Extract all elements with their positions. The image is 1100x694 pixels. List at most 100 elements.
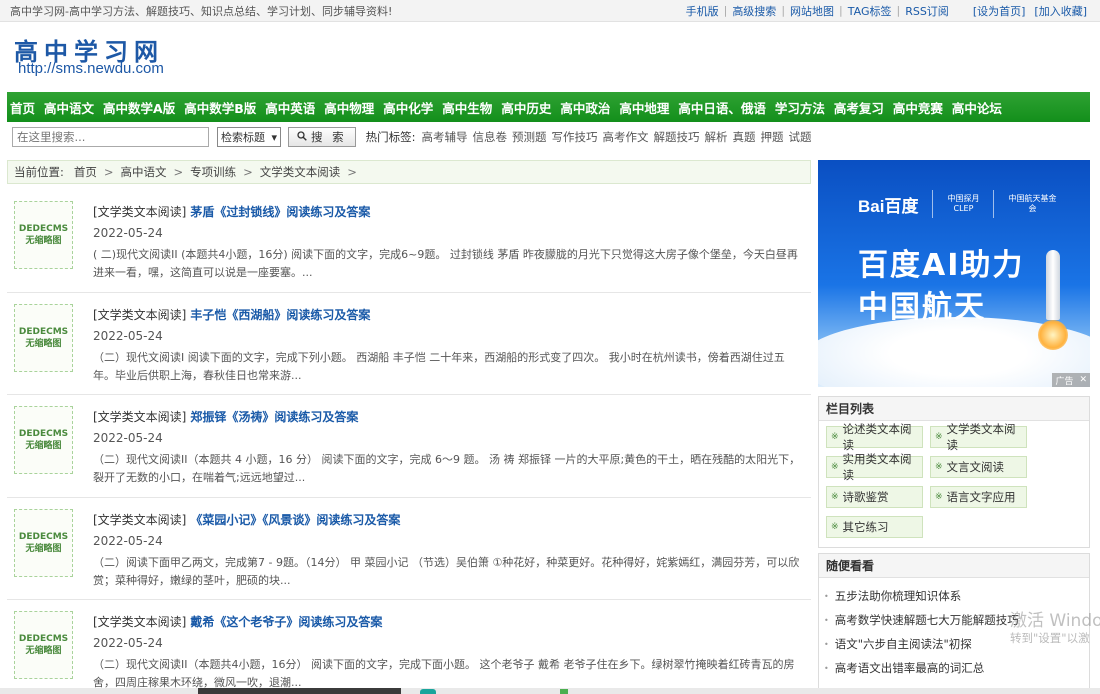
nav-competition[interactable]: 高中竞赛 bbox=[893, 98, 943, 117]
random-item-link[interactable]: 高考数学快速解题七大万能解题技巧 bbox=[835, 612, 1019, 628]
ad-headline: 百度AI助力 bbox=[858, 248, 1025, 283]
nav-math-b[interactable]: 高中数学B版 bbox=[184, 98, 256, 117]
article-category[interactable]: [文学类文本阅读] bbox=[93, 615, 186, 629]
column-item[interactable]: ※ 文学类文本阅读 bbox=[930, 422, 1027, 452]
nav-math-a[interactable]: 高中数学A版 bbox=[103, 98, 175, 117]
article-category[interactable]: [文学类文本阅读] bbox=[93, 205, 186, 219]
advanced-search-link[interactable]: 高级搜索 bbox=[727, 3, 781, 19]
site-header: 高中学习网 http://sms.newdu.com bbox=[0, 22, 1100, 90]
bullet-icon: ※ bbox=[831, 432, 839, 442]
hot-tag[interactable]: 信息卷 bbox=[473, 129, 508, 145]
hot-tag[interactable]: 预测题 bbox=[512, 129, 547, 145]
hot-tag[interactable]: 高考辅导 bbox=[422, 129, 468, 145]
nav-home[interactable]: 首页 bbox=[10, 98, 35, 117]
hot-tag[interactable]: 高考作文 bbox=[603, 129, 649, 145]
hot-tag[interactable]: 真题 bbox=[733, 129, 756, 145]
bullet-icon: ※ bbox=[935, 492, 943, 502]
breadcrumb-chinese[interactable]: 高中语文 bbox=[121, 164, 167, 180]
thumbnail-placeholder[interactable]: DEDECMS 无缩略图 bbox=[14, 303, 73, 372]
article-title-link[interactable]: 丰子恺《西湖船》阅读练习及答案 bbox=[190, 308, 370, 322]
list-item[interactable]: • 五步法助你梳理知识体系 bbox=[824, 584, 1089, 608]
nav-politics[interactable]: 高中政治 bbox=[560, 98, 610, 117]
thumbnail-placeholder[interactable]: DEDECMS 无缩略图 bbox=[14, 406, 73, 474]
random-item-link[interactable]: 五步法助你梳理知识体系 bbox=[835, 588, 962, 604]
set-home-link[interactable]: [设为首页] bbox=[968, 3, 1031, 19]
thumbnail-text: DEDECMS bbox=[18, 634, 69, 644]
column-item-label: 文学类文本阅读 bbox=[946, 422, 1016, 452]
article-title-link[interactable]: 《菜园小记》《风景谈》阅读练习及答案 bbox=[190, 513, 400, 527]
column-list-title: 栏目列表 bbox=[819, 397, 1089, 421]
nav-study-methods[interactable]: 学习方法 bbox=[775, 98, 825, 117]
breadcrumb-home[interactable]: 首页 bbox=[74, 164, 97, 180]
column-item-label: 论述类文本阅读 bbox=[842, 422, 912, 452]
nav-physics[interactable]: 高中物理 bbox=[324, 98, 374, 117]
mobile-link[interactable]: 手机版 bbox=[681, 3, 724, 19]
thumbnail-text: 无缩略图 bbox=[25, 646, 62, 656]
random-item-link[interactable]: 高考语文出错率最高的词汇总 bbox=[835, 660, 985, 676]
column-item[interactable]: ※ 语言文字应用 bbox=[930, 486, 1027, 508]
column-item[interactable]: ※ 实用类文本阅读 bbox=[826, 452, 923, 482]
thumbnail-placeholder[interactable]: DEDECMS 无缩略图 bbox=[14, 611, 73, 679]
column-item[interactable]: ※ 文言文阅读 bbox=[930, 456, 1027, 478]
list-item[interactable]: • 高考语文出错率最高的词汇总 bbox=[824, 656, 1089, 680]
nav-english[interactable]: 高中英语 bbox=[265, 98, 315, 117]
close-icon[interactable]: ✕ bbox=[1076, 375, 1090, 385]
article-title-link[interactable]: 茅盾《过封锁线》阅读练习及答案 bbox=[190, 205, 370, 219]
ad-banner[interactable]: Bai百度 中国探月 CLEP 中国航天基金会 百度AI助力 中国航天 广告 ✕ bbox=[818, 160, 1090, 387]
hot-tag[interactable]: 解析 bbox=[705, 129, 728, 145]
nav-chinese[interactable]: 高中语文 bbox=[44, 98, 94, 117]
article-title-row: [文学类文本阅读] 茅盾《过封锁线》阅读练习及答案 bbox=[93, 203, 370, 220]
add-favorite-link[interactable]: [加入收藏] bbox=[1030, 3, 1092, 19]
hot-tag[interactable]: 试题 bbox=[789, 129, 812, 145]
search-input[interactable] bbox=[12, 127, 209, 147]
nav-forum[interactable]: 高中论坛 bbox=[952, 98, 1002, 117]
nav-chemistry[interactable]: 高中化学 bbox=[383, 98, 433, 117]
site-tagline: 高中学习网-高中学习方法、解题技巧、知识点总结、学习计划、同步辅导资料! bbox=[10, 4, 393, 18]
thumbnail-placeholder[interactable]: DEDECMS 无缩略图 bbox=[14, 201, 73, 269]
article-summary: ( 二)现代文阅读II (本题共4小题，16分) 阅读下面的文字，完成6~9题。… bbox=[93, 248, 798, 279]
column-item[interactable]: ※ 诗歌鉴赏 bbox=[826, 486, 923, 508]
top-bar: 高中学习网-高中学习方法、解题技巧、知识点总结、学习计划、同步辅导资料! 手机版… bbox=[0, 0, 1100, 22]
top-links: 手机版 | 高级搜索 | 网站地图 | TAG标签 | RSS订阅 [设为首页] [加入… bbox=[681, 3, 1092, 19]
nav-biology[interactable]: 高中生物 bbox=[442, 98, 492, 117]
taskbar-app-icon[interactable] bbox=[420, 689, 436, 694]
search-button[interactable]: 搜 索 bbox=[288, 127, 356, 147]
article-list: DEDECMS 无缩略图 [文学类文本阅读] 茅盾《过封锁线》阅读练习及答案 202… bbox=[7, 190, 811, 694]
sitemap-link[interactable]: 网站地图 bbox=[785, 3, 839, 19]
hot-tag[interactable]: 写作技巧 bbox=[552, 129, 598, 145]
column-item-label: 诗歌鉴赏 bbox=[842, 490, 889, 504]
clep-logo-text: 中国探月 bbox=[947, 194, 980, 203]
search-type-select[interactable]: 检索标题 ▾ bbox=[217, 127, 281, 147]
nav-japanese-russian[interactable]: 高中日语、俄语 bbox=[678, 98, 766, 117]
nav-exam-review[interactable]: 高考复习 bbox=[834, 98, 884, 117]
article-summary: （二）现代文阅读II（本题共4小题，16分） 阅读下面的文字，完成下面小题。 这… bbox=[93, 658, 795, 689]
nav-geography[interactable]: 高中地理 bbox=[619, 98, 669, 117]
taskbar-window-button[interactable] bbox=[198, 688, 401, 694]
article-summary: （二）现代文阅读II（本题共 4 小题，16 分） 阅读下面的文字，完成 6～9… bbox=[93, 453, 801, 484]
thumbnail-text: DEDECMS bbox=[18, 429, 69, 439]
rss-link[interactable]: RSS订阅 bbox=[900, 3, 954, 19]
search-button-label: 搜 索 bbox=[311, 130, 347, 144]
ad-divider bbox=[932, 190, 934, 218]
nav-history[interactable]: 高中历史 bbox=[501, 98, 551, 117]
tag-link[interactable]: TAG标签 bbox=[843, 3, 897, 19]
article-title-link[interactable]: 郑振铎《汤祷》阅读练习及答案 bbox=[190, 410, 358, 424]
ad-logos: Bai百度 中国探月 CLEP 中国航天基金会 bbox=[858, 190, 1056, 218]
article-title-row: [文学类文本阅读] 郑振铎《汤祷》阅读练习及答案 bbox=[93, 408, 358, 425]
column-item[interactable]: ※ 其它练习 bbox=[826, 516, 923, 538]
taskbar-app-icon[interactable] bbox=[560, 689, 568, 694]
article-title-link[interactable]: 戴希《这个老爷子》阅读练习及答案 bbox=[190, 615, 382, 629]
random-item-link[interactable]: 语文"六步自主阅读法"初探 bbox=[835, 636, 972, 652]
breadcrumb-literary-reading[interactable]: 文学类文本阅读 bbox=[260, 164, 341, 180]
column-item[interactable]: ※ 论述类文本阅读 bbox=[826, 422, 923, 452]
article-category[interactable]: [文学类文本阅读] bbox=[93, 308, 186, 322]
ad-badge[interactable]: 广告 ✕ bbox=[1052, 373, 1090, 387]
hot-tag[interactable]: 解题技巧 bbox=[654, 129, 700, 145]
article-category[interactable]: [文学类文本阅读] bbox=[93, 513, 186, 527]
hot-tag[interactable]: 押题 bbox=[761, 129, 784, 145]
thumbnail-placeholder[interactable]: DEDECMS 无缩略图 bbox=[14, 508, 73, 577]
article-category[interactable]: [文学类文本阅读] bbox=[93, 410, 186, 424]
rocket-icon bbox=[1046, 250, 1060, 320]
breadcrumb-special-training[interactable]: 专项训练 bbox=[190, 164, 236, 180]
site-url[interactable]: http://sms.newdu.com bbox=[18, 60, 164, 77]
